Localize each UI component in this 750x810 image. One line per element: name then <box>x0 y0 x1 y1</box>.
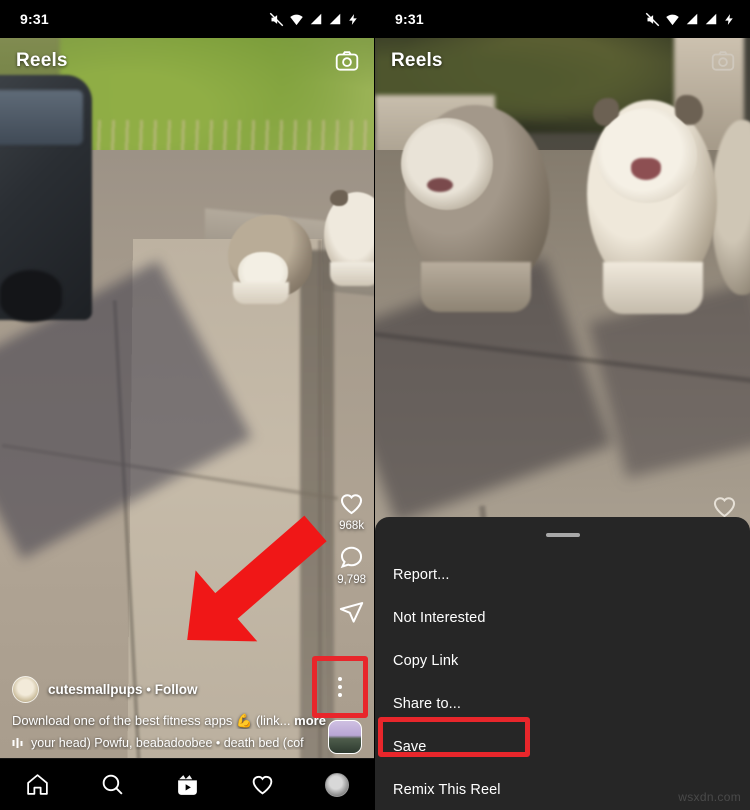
reels-header-left: Reels <box>0 38 374 84</box>
reels-header-right: Reels <box>375 38 750 84</box>
audio-wave-icon <box>12 738 23 748</box>
follow-button[interactable]: Follow <box>155 682 198 697</box>
audio-thumbnail[interactable] <box>328 720 362 754</box>
camera-icon[interactable] <box>334 48 360 74</box>
sheet-item-copy-link[interactable]: Copy Link <box>375 639 750 682</box>
page-title: Reels <box>16 50 68 71</box>
audio-row[interactable]: your head) Powfu, beabadoobee • death be… <box>12 736 364 750</box>
author-username[interactable]: cutesmallpups <box>48 682 143 697</box>
avatar[interactable] <box>12 675 39 703</box>
reels-icon[interactable] <box>175 772 200 797</box>
status-bar: 9:31 <box>375 0 750 38</box>
right-phone-screen: 9:31 Reels Report... Not Interested Copy… <box>375 0 750 810</box>
sheet-item-report[interactable]: Report... <box>375 553 750 596</box>
heart-icon[interactable] <box>250 772 275 797</box>
author-username-follow[interactable]: cutesmallpups • Follow <box>48 682 198 697</box>
mute-icon <box>269 12 284 26</box>
status-icon-group <box>269 12 360 27</box>
status-clock: 9:31 <box>20 11 49 27</box>
profile-avatar[interactable] <box>325 772 349 797</box>
sheet-item-save[interactable]: Save <box>375 725 750 768</box>
wifi-icon <box>290 14 303 25</box>
home-icon[interactable] <box>25 772 50 797</box>
bottom-nav-left <box>0 758 374 810</box>
camera-icon[interactable] <box>710 48 736 74</box>
wifi-icon <box>666 14 679 25</box>
screenshot-root: 9:31 Reels 968k 9,798 cutesmallpups • Fo… <box>0 0 750 810</box>
drag-handle[interactable] <box>545 533 580 537</box>
sheet-item-not-interested[interactable]: Not Interested <box>375 596 750 639</box>
signal-alt-icon <box>705 13 717 25</box>
status-icon-group <box>645 12 736 27</box>
watermark: wsxdn.com <box>678 790 741 804</box>
signal-alt-icon <box>329 13 341 25</box>
status-clock: 9:31 <box>395 11 424 27</box>
battery-charging-icon <box>725 13 733 25</box>
annotation-arrow-diagonal <box>187 515 327 642</box>
options-bottom-sheet: Report... Not Interested Copy Link Share… <box>375 517 750 810</box>
meta-separator: • <box>146 681 152 697</box>
mute-icon <box>645 12 660 26</box>
search-icon[interactable] <box>100 772 125 797</box>
signal-icon <box>310 13 322 25</box>
status-bar: 9:31 <box>0 0 374 38</box>
caption-text: Download one of the best fitness apps 💪 … <box>12 712 291 728</box>
sheet-item-share-to[interactable]: Share to... <box>375 682 750 725</box>
battery-charging-icon <box>349 13 357 25</box>
left-phone-screen: 9:31 Reels 968k 9,798 cutesmallpups • Fo… <box>0 0 375 810</box>
page-title: Reels <box>391 50 443 71</box>
heart-icon[interactable] <box>711 493 738 520</box>
audio-title: your head) Powfu, beabadoobee • death be… <box>31 736 304 750</box>
signal-icon <box>686 13 698 25</box>
kebab-menu-icon[interactable] <box>338 677 342 697</box>
